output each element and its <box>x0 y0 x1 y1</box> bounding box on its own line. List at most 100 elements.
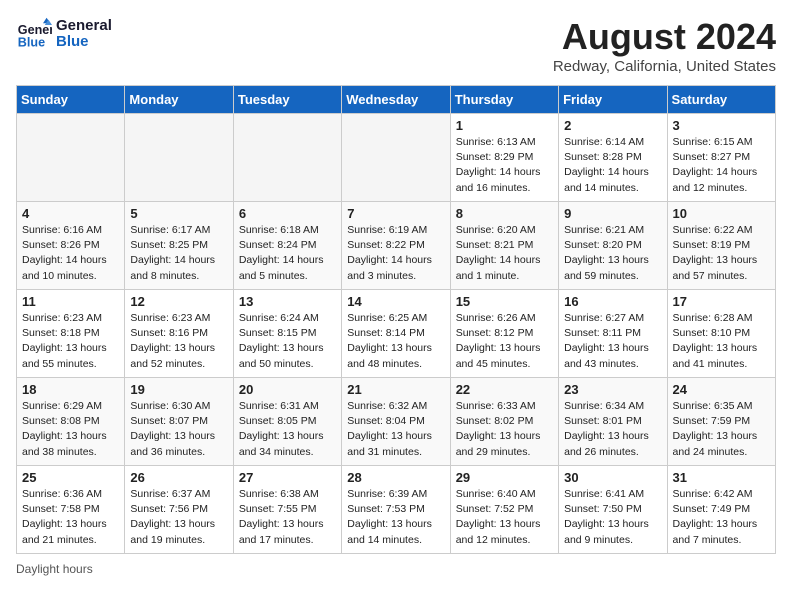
day-info: Sunrise: 6:29 AMSunset: 8:08 PMDaylight:… <box>22 399 119 460</box>
day-info: Sunrise: 6:37 AMSunset: 7:56 PMDaylight:… <box>130 487 227 548</box>
day-header-thursday: Thursday <box>450 86 558 114</box>
day-info: Sunrise: 6:27 AMSunset: 8:11 PMDaylight:… <box>564 311 661 372</box>
day-number: 8 <box>456 206 553 221</box>
logo-icon: General Blue <box>16 16 52 52</box>
calendar-body: 1Sunrise: 6:13 AMSunset: 8:29 PMDaylight… <box>17 114 776 554</box>
calendar-cell: 28Sunrise: 6:39 AMSunset: 7:53 PMDayligh… <box>342 466 450 554</box>
calendar-cell: 14 Sunrise: 6:25 AMSunset: 8:14 PMDayligh… <box>342 290 450 378</box>
day-number: 2 <box>564 118 661 133</box>
day-info: Sunrise: 6:13 AMSunset: 8:29 PMDaylight:… <box>456 135 553 196</box>
day-info: Sunrise: 6:33 AMSunset: 8:02 PMDaylight:… <box>456 399 553 460</box>
calendar-cell <box>233 114 341 202</box>
day-number: 17 <box>673 294 770 309</box>
logo-line1: General <box>56 18 112 35</box>
day-number: 29 <box>456 470 553 485</box>
calendar-cell: 7 Sunrise: 6:19 AMSunset: 8:22 PMDaylight… <box>342 202 450 290</box>
day-header-friday: Friday <box>559 86 667 114</box>
day-number: 31 <box>673 470 770 485</box>
day-number: 25 <box>22 470 119 485</box>
day-header-tuesday: Tuesday <box>233 86 341 114</box>
day-number: 22 <box>456 382 553 397</box>
calendar-cell: 3 Sunrise: 6:15 AMSunset: 8:27 PMDaylight… <box>667 114 775 202</box>
location: Redway, California, United States <box>553 58 776 75</box>
logo: General Blue General Blue <box>16 16 112 52</box>
day-number: 16 <box>564 294 661 309</box>
calendar-cell: 24 Sunrise: 6:35 AMSunset: 7:59 PMDayligh… <box>667 378 775 466</box>
day-info: Sunrise: 6:26 AMSunset: 8:12 PMDaylight:… <box>456 311 553 372</box>
day-number: 4 <box>22 206 119 221</box>
calendar-table: SundayMondayTuesdayWednesdayThursdayFrid… <box>16 85 776 554</box>
calendar-cell: 16 Sunrise: 6:27 AMSunset: 8:11 PMDayligh… <box>559 290 667 378</box>
day-info: Sunrise: 6:23 AMSunset: 8:16 PMDaylight:… <box>130 311 227 372</box>
calendar-cell: 20Sunrise: 6:31 AMSunset: 8:05 PMDayligh… <box>233 378 341 466</box>
day-number: 20 <box>239 382 336 397</box>
day-number: 24 <box>673 382 770 397</box>
day-info: Sunrise: 6:22 AMSunset: 8:19 PMDaylight:… <box>673 223 770 284</box>
day-header-monday: Monday <box>125 86 233 114</box>
calendar-cell: 23Sunrise: 6:34 AMSunset: 8:01 PMDayligh… <box>559 378 667 466</box>
calendar-cell: 9 Sunrise: 6:21 AMSunset: 8:20 PMDaylight… <box>559 202 667 290</box>
logo-line2: Blue <box>56 34 112 51</box>
day-info: Sunrise: 6:30 AMSunset: 8:07 PMDaylight:… <box>130 399 227 460</box>
calendar-cell: 12 Sunrise: 6:23 AMSunset: 8:16 PMDayligh… <box>125 290 233 378</box>
week-row-2: 4 Sunrise: 6:16 AMSunset: 8:26 PMDaylight… <box>17 202 776 290</box>
day-info: Sunrise: 6:23 AMSunset: 8:18 PMDaylight:… <box>22 311 119 372</box>
day-number: 14 <box>347 294 444 309</box>
calendar-cell: 1Sunrise: 6:13 AMSunset: 8:29 PMDaylight… <box>450 114 558 202</box>
day-number: 13 <box>239 294 336 309</box>
calendar-cell: 29 Sunrise: 6:40 AMSunset: 7:52 PMDayligh… <box>450 466 558 554</box>
day-info: Sunrise: 6:42 AMSunset: 7:49 PMDaylight:… <box>673 487 770 548</box>
month-year: August 2024 <box>553 16 776 58</box>
calendar-cell: 11Sunrise: 6:23 AMSunset: 8:18 PMDayligh… <box>17 290 125 378</box>
calendar-cell: 4 Sunrise: 6:16 AMSunset: 8:26 PMDaylight… <box>17 202 125 290</box>
calendar-cell: 30Sunrise: 6:41 AMSunset: 7:50 PMDayligh… <box>559 466 667 554</box>
day-number: 26 <box>130 470 227 485</box>
day-info: Sunrise: 6:16 AMSunset: 8:26 PMDaylight:… <box>22 223 119 284</box>
day-info: Sunrise: 6:38 AMSunset: 7:55 PMDaylight:… <box>239 487 336 548</box>
calendar-cell: 17Sunrise: 6:28 AMSunset: 8:10 PMDayligh… <box>667 290 775 378</box>
day-info: Sunrise: 6:41 AMSunset: 7:50 PMDaylight:… <box>564 487 661 548</box>
day-number: 12 <box>130 294 227 309</box>
calendar-cell: 21Sunrise: 6:32 AMSunset: 8:04 PMDayligh… <box>342 378 450 466</box>
calendar-cell: 2 Sunrise: 6:14 AMSunset: 8:28 PMDaylight… <box>559 114 667 202</box>
day-number: 3 <box>673 118 770 133</box>
calendar-cell: 13 Sunrise: 6:24 AMSunset: 8:15 PMDayligh… <box>233 290 341 378</box>
day-info: Sunrise: 6:34 AMSunset: 8:01 PMDaylight:… <box>564 399 661 460</box>
day-info: Sunrise: 6:14 AMSunset: 8:28 PMDaylight:… <box>564 135 661 196</box>
day-info: Sunrise: 6:19 AMSunset: 8:22 PMDaylight:… <box>347 223 444 284</box>
week-row-1: 1Sunrise: 6:13 AMSunset: 8:29 PMDaylight… <box>17 114 776 202</box>
day-number: 19 <box>130 382 227 397</box>
day-info: Sunrise: 6:39 AMSunset: 7:53 PMDaylight:… <box>347 487 444 548</box>
calendar-cell: 6Sunrise: 6:18 AMSunset: 8:24 PMDaylight… <box>233 202 341 290</box>
page-header: General Blue General Blue August 2024 Re… <box>16 16 776 75</box>
calendar-cell: 18Sunrise: 6:29 AMSunset: 8:08 PMDayligh… <box>17 378 125 466</box>
calendar-cell <box>17 114 125 202</box>
day-info: Sunrise: 6:24 AMSunset: 8:15 PMDaylight:… <box>239 311 336 372</box>
day-info: Sunrise: 6:18 AMSunset: 8:24 PMDaylight:… <box>239 223 336 284</box>
calendar-cell: 5Sunrise: 6:17 AMSunset: 8:25 PMDaylight… <box>125 202 233 290</box>
day-number: 15 <box>456 294 553 309</box>
week-row-3: 11Sunrise: 6:23 AMSunset: 8:18 PMDayligh… <box>17 290 776 378</box>
day-info: Sunrise: 6:25 AMSunset: 8:14 PMDaylight:… <box>347 311 444 372</box>
calendar-cell <box>125 114 233 202</box>
day-info: Sunrise: 6:21 AMSunset: 8:20 PMDaylight:… <box>564 223 661 284</box>
day-header-saturday: Saturday <box>667 86 775 114</box>
day-header-sunday: Sunday <box>17 86 125 114</box>
day-number: 27 <box>239 470 336 485</box>
svg-text:Blue: Blue <box>18 36 45 50</box>
calendar-cell: 31 Sunrise: 6:42 AMSunset: 7:49 PMDayligh… <box>667 466 775 554</box>
day-info: Sunrise: 6:36 AMSunset: 7:58 PMDaylight:… <box>22 487 119 548</box>
title-block: August 2024 Redway, California, United S… <box>553 16 776 75</box>
day-info: Sunrise: 6:15 AMSunset: 8:27 PMDaylight:… <box>673 135 770 196</box>
day-info: Sunrise: 6:20 AMSunset: 8:21 PMDaylight:… <box>456 223 553 284</box>
day-info: Sunrise: 6:35 AMSunset: 7:59 PMDaylight:… <box>673 399 770 460</box>
day-number: 7 <box>347 206 444 221</box>
day-number: 5 <box>130 206 227 221</box>
calendar-cell: 26 Sunrise: 6:37 AMSunset: 7:56 PMDayligh… <box>125 466 233 554</box>
calendar-cell: 8 Sunrise: 6:20 AMSunset: 8:21 PMDaylight… <box>450 202 558 290</box>
day-number: 9 <box>564 206 661 221</box>
day-info: Sunrise: 6:32 AMSunset: 8:04 PMDaylight:… <box>347 399 444 460</box>
calendar-cell: 22 Sunrise: 6:33 AMSunset: 8:02 PMDayligh… <box>450 378 558 466</box>
day-info: Sunrise: 6:40 AMSunset: 7:52 PMDaylight:… <box>456 487 553 548</box>
calendar-cell: 25 Sunrise: 6:36 AMSunset: 7:58 PMDayligh… <box>17 466 125 554</box>
